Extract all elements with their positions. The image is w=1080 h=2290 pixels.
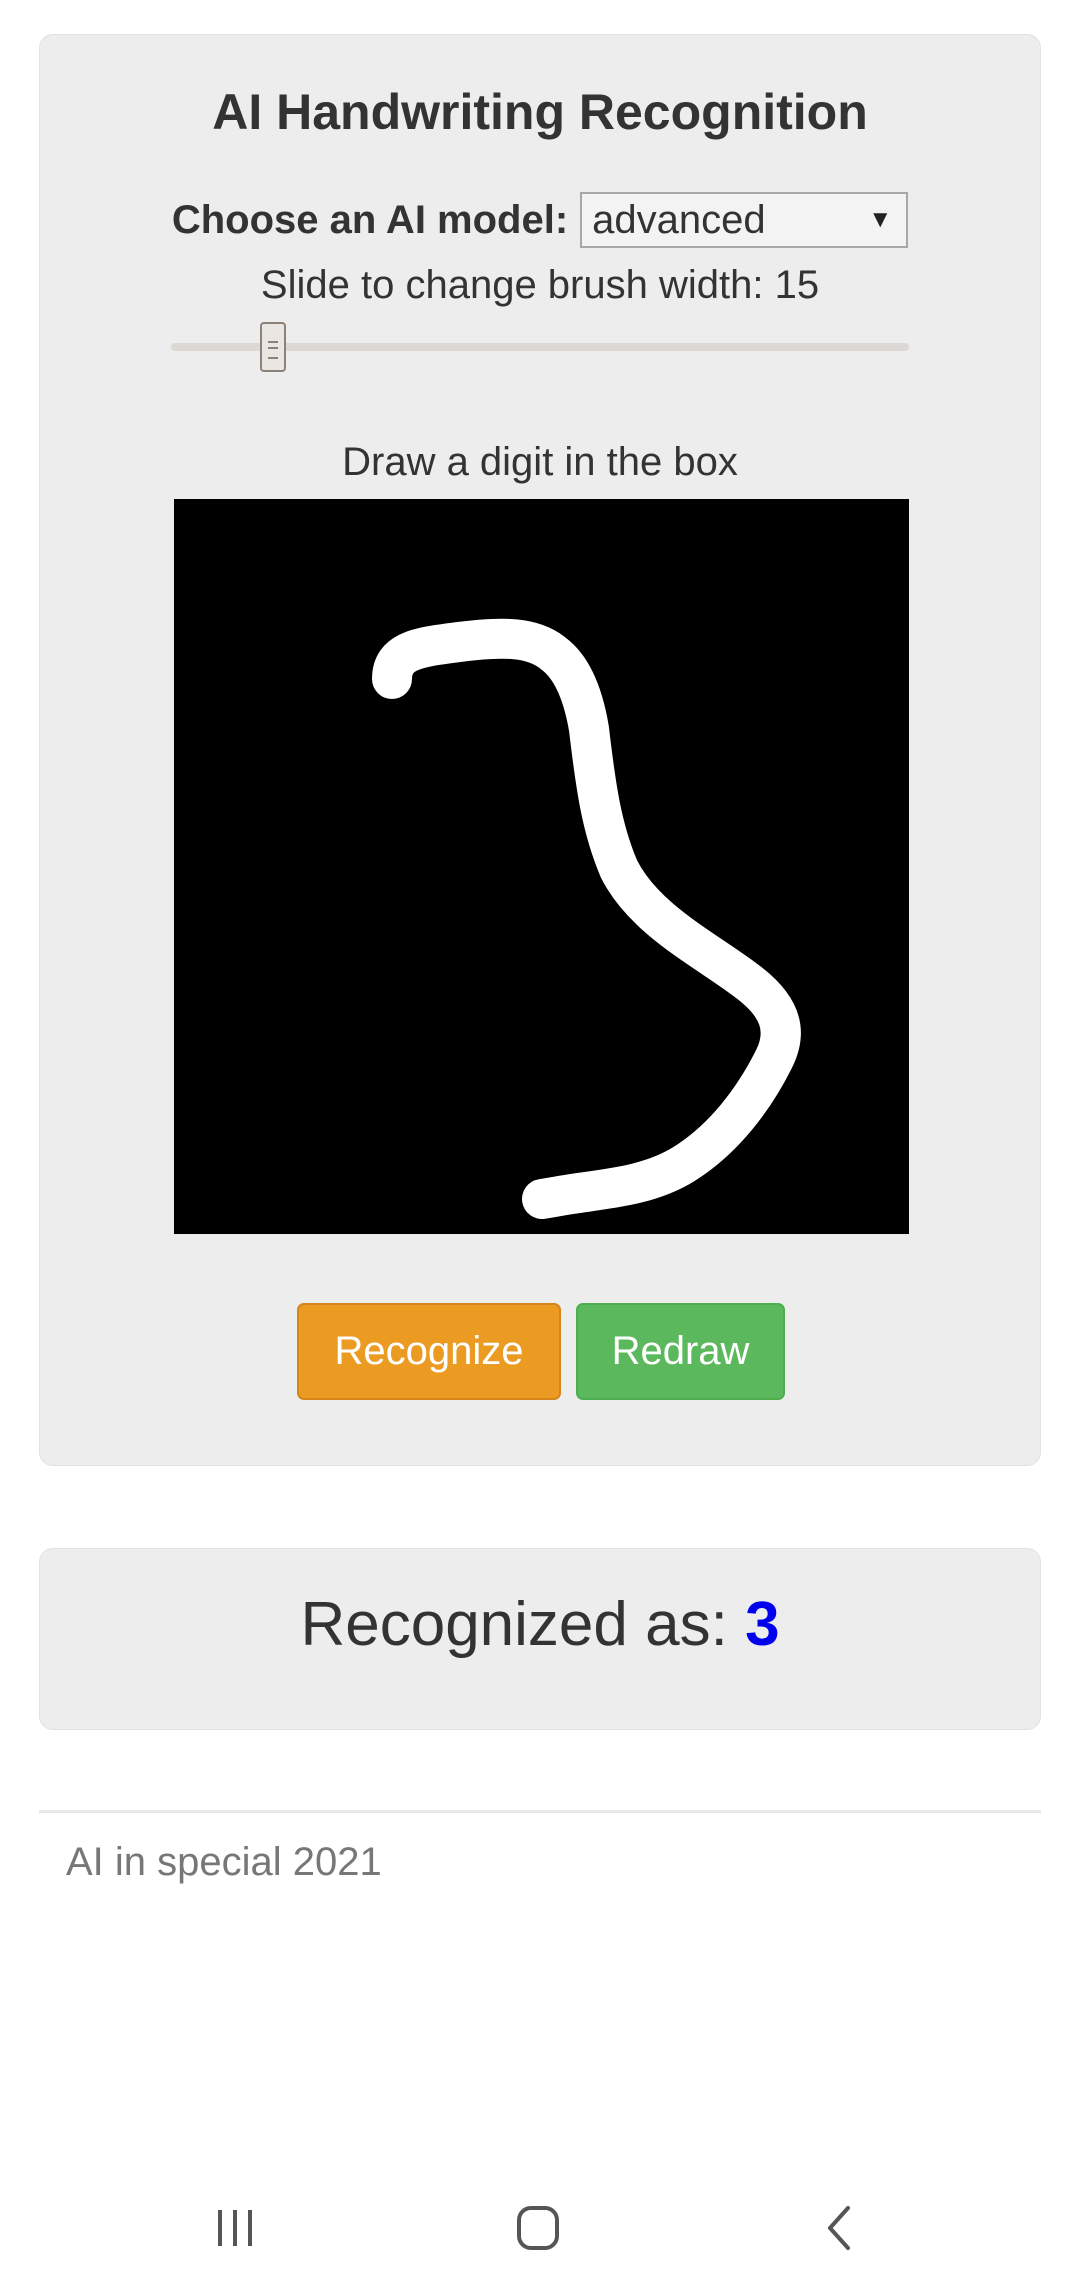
model-select[interactable]: advanced ▼: [580, 192, 909, 248]
model-label: Choose an AI model:: [171, 197, 569, 242]
drawn-digit-stroke: [372, 618, 801, 1219]
result-label: Recognized as:: [300, 1590, 746, 1659]
recognition-panel: AI Handwriting Recognition Choose an AI …: [39, 34, 1041, 1466]
footer-text: AI in special 2021: [66, 1840, 382, 1884]
result-panel: Recognized as: 3: [39, 1548, 1041, 1730]
brush-width-label: Slide to change brush width: 15: [260, 263, 820, 307]
recent-apps-icon[interactable]: [200, 2198, 270, 2258]
grip-icon: [268, 341, 278, 359]
home-icon[interactable]: [503, 2198, 573, 2258]
result-text: Recognized as: 3: [40, 1589, 1040, 1660]
page-title: AI Handwriting Recognition: [212, 84, 868, 140]
drawing-canvas[interactable]: [174, 499, 909, 1234]
redraw-button[interactable]: Redraw: [576, 1303, 785, 1400]
model-selected-value: advanced: [592, 198, 766, 242]
dropdown-arrow-icon: ▼: [868, 206, 893, 233]
result-value: 3: [745, 1590, 780, 1659]
recognize-button[interactable]: Recognize: [297, 1303, 561, 1400]
back-icon[interactable]: [806, 2198, 876, 2258]
android-nav-bar: [0, 2180, 1080, 2280]
brush-width-slider-thumb[interactable]: [260, 322, 286, 372]
canvas-label: Draw a digit in the box: [342, 440, 738, 484]
footer-divider: [39, 1810, 1041, 1813]
model-selector-row: Choose an AI model: advanced ▼: [40, 191, 1040, 249]
